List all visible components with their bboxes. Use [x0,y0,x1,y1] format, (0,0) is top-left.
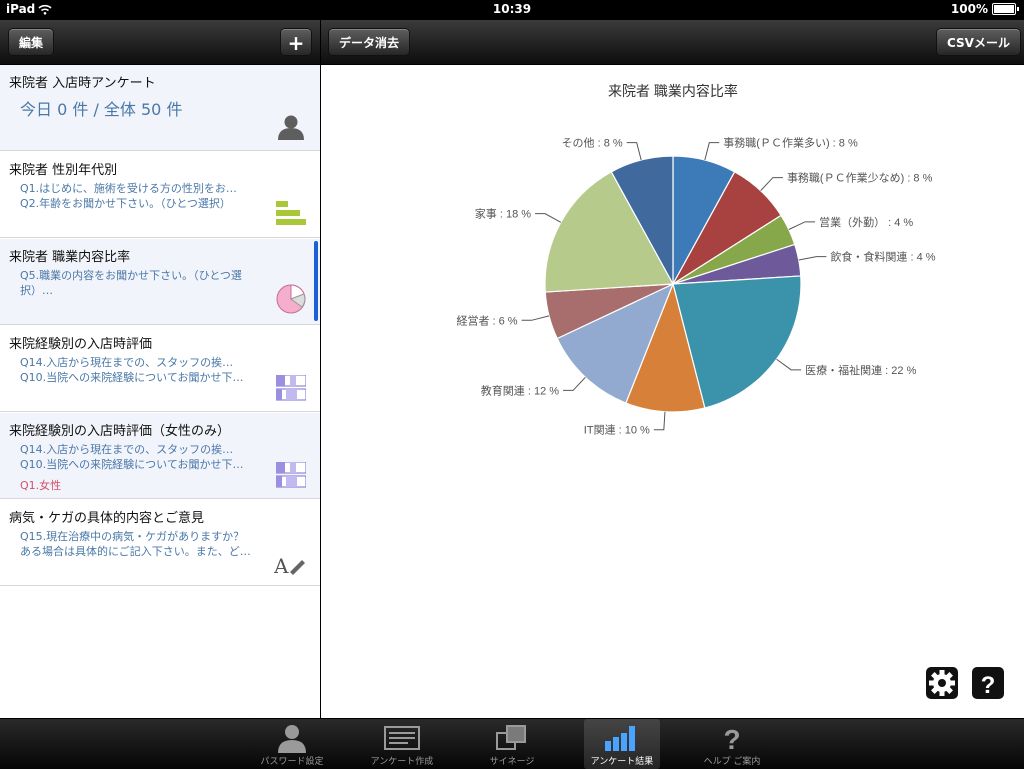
leader-line [535,213,562,223]
status-bar: iPad 10:39 100% [0,0,1024,20]
slice-label: 事務職(ＰＣ作業少なめ) : 8 % [787,171,933,185]
gear-icon [929,670,955,696]
survey-question: Q14.入店から現在までの、スタッフの挨… [20,356,234,369]
text-answer-icon: A [274,554,305,575]
survey-question: ある場合は具体的にご記入下さい。また、ど… [20,545,251,558]
signage-icon [496,725,526,750]
person-icon [278,725,306,753]
tab-help[interactable]: ? ヘルプ ご案内 [694,719,770,769]
settings-button[interactable] [926,667,958,699]
form-icon [384,726,420,750]
clear-data-button[interactable]: データ消去 [328,28,411,56]
bar-chart-icon [276,201,306,225]
survey-title: 来院者 職業内容比率 [9,250,131,265]
leader-line [798,256,827,261]
add-button[interactable]: + [280,28,312,56]
leader-line [626,142,642,161]
leader-line [653,411,666,431]
survey-item-gender-age[interactable]: 来院者 性別年代別 Q1.はじめに、施術を受ける方の性別をお… Q2.年齢をお聞… [0,152,320,238]
tab-label: アンケート結果 [590,757,654,767]
clock: 10:39 [492,2,532,16]
slice-label: 経営者 : 6 % [456,313,517,327]
survey-question: Q14.入店から現在までの、スタッフの挨… [20,443,234,456]
slice-label: 医療・福祉関連 : 22 % [805,363,916,377]
selection-indicator [314,241,318,321]
survey-list: 来院者 入店時アンケート 今日 0 件 / 全体 50 件 来院者 性別年代別 … [0,65,320,718]
slice-label: 家事 : 18 % [475,207,531,221]
slice-label: 営業（外勤） : 4 % [819,215,913,229]
question-icon: ? [981,672,996,699]
survey-title: 来院者 入店時アンケート [9,76,156,91]
survey-question: Q10.当院への来院経験についてお聞かせ下… [20,371,244,384]
survey-item-illness[interactable]: 病気・ケガの具体的内容とご意見 Q15.現在治療中の病気・ケガがありますか？ あ… [0,500,320,586]
svg-text:?: ? [723,724,740,753]
bar-chart-icon [605,726,635,751]
tab-results[interactable]: アンケート結果 [584,719,660,769]
tab-label: ヘルプ ご案内 [703,757,761,767]
survey-filter: Q1.女性 [20,479,62,492]
cross-table-icon [276,375,306,401]
slice-label: 事務職(ＰＣ作業多い) : 8 % [723,136,858,150]
survey-title: 来院者 性別年代別 [9,163,118,178]
slice-label: 飲食・食料関連 : 4 % [830,250,935,264]
pie-chart: 来院者 職業内容比率 事務職(ＰＣ作業多い) : 8 % 事務職(ＰＣ作業少なめ)… [456,83,935,437]
survey-item-entry[interactable]: 来院者 入店時アンケート 今日 0 件 / 全体 50 件 [0,65,320,151]
slice-label: IT関連 : 10 % [584,423,650,437]
tab-label: サイネージ [489,757,535,767]
survey-question: 択）… [20,284,53,297]
csv-mail-button[interactable]: CSVメール [936,28,1021,56]
leader-line [760,177,783,192]
svg-text:A: A [274,554,289,575]
tab-bar: パスワード設定 アンケート作成 サイネージ アンケート結果 ? ヘルプ ご案内 [0,718,1024,769]
slice-label: その他 : 8 % [562,137,623,150]
tab-password[interactable]: パスワード設定 [254,719,330,769]
cross-table-icon [276,462,306,488]
survey-count: 今日 0 件 / 全体 50 件 [20,100,183,119]
leader-line [776,358,802,371]
person-icon [278,115,304,140]
leader-line [704,142,720,161]
tab-signage[interactable]: サイネージ [474,719,550,769]
survey-question: Q2.年齢をお聞かせ下さい。（ひとつ選択） [20,197,231,210]
survey-item-visit-eval[interactable]: 来院経験別の入店時評価 Q14.入店から現在までの、スタッフの挨… Q10.当院… [0,326,320,412]
svg-text:?: ? [981,672,996,699]
battery-percent: 100% [950,2,988,16]
survey-question: Q1.はじめに、施術を受ける方の性別をお… [20,182,237,195]
tab-label: アンケート作成 [370,757,434,767]
help-button[interactable]: ? [972,667,1004,699]
leader-line [788,221,816,230]
survey-question: Q5.職業の内容をお聞かせ下さい。（ひとつ選 [20,269,242,282]
survey-title: 病気・ケガの具体的内容とご意見 [9,511,205,526]
detail-nav-bar: データ消去 CSVメール [321,20,1024,65]
survey-item-occupation[interactable]: 来院者 職業内容比率 Q5.職業の内容をお聞かせ下さい。（ひとつ選 択）… [0,239,320,325]
question-icon: ? [723,724,740,753]
survey-question: Q10.当院への来院経験についてお聞かせ下… [20,458,244,471]
battery-icon [992,3,1019,15]
survey-title: 来院経験別の入店時評価（女性のみ） [9,424,231,439]
list-nav-bar: 編集 + [0,20,320,65]
tab-label: パスワード設定 [260,757,324,767]
leader-line [521,315,550,321]
edit-button[interactable]: 編集 [8,28,55,56]
chart-title: 来院者 職業内容比率 [608,83,738,99]
tab-create[interactable]: アンケート作成 [364,719,440,769]
leader-line [563,376,586,391]
survey-title: 来院経験別の入店時評価 [9,337,153,352]
slice-label: 教育関連 : 12 % [481,383,559,397]
survey-question: Q15.現在治療中の病気・ケガがありますか？ [20,530,245,543]
chart-panel: 来院者 職業内容比率 事務職(ＰＣ作業多い) : 8 % 事務職(ＰＣ作業少なめ)… [321,65,1024,718]
survey-item-visit-eval-female[interactable]: 来院経験別の入店時評価（女性のみ） Q14.入店から現在までの、スタッフの挨… … [0,413,320,499]
pie-chart-icon [276,284,306,314]
